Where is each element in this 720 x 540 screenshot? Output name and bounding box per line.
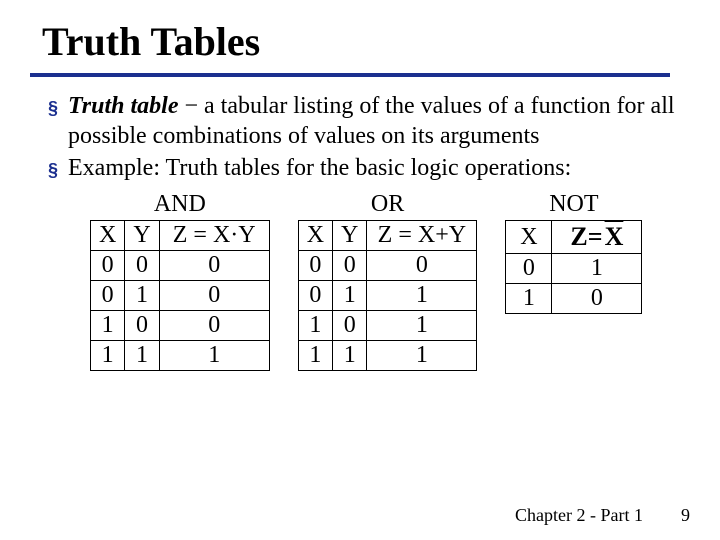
not-z-var: X (605, 222, 624, 252)
cell: 0 (506, 254, 552, 284)
cell: 0 (367, 251, 477, 281)
cell: 0 (333, 251, 367, 281)
cell: 1 (333, 341, 367, 371)
table-row: 000 (91, 251, 270, 281)
cell: 1 (367, 311, 477, 341)
table-row: 010 (91, 281, 270, 311)
col-y: Y (333, 221, 367, 251)
table-row: 011 (298, 281, 477, 311)
table-row: 000 (298, 251, 477, 281)
bullet-1-text: Truth table − a tabular listing of the v… (68, 91, 690, 151)
cell: 0 (125, 251, 159, 281)
not-header-eq: Z=X (570, 222, 623, 252)
table-row: 111 (91, 341, 270, 371)
footer: Chapter 2 - Part 1 9 (515, 505, 690, 526)
cell: 0 (91, 251, 125, 281)
cell: 1 (333, 281, 367, 311)
tables-row: AND X Y Z = X·Y 000 010 100 111 OR X Y Z… (90, 191, 690, 371)
table-row: 10 (506, 284, 642, 314)
table-row: 101 (298, 311, 477, 341)
table-row: 01 (506, 254, 642, 284)
cell: 0 (298, 251, 332, 281)
or-table: X Y Z = X+Y 000 011 101 111 (298, 220, 478, 371)
and-table: X Y Z = X·Y 000 010 100 111 (90, 220, 270, 371)
cell: 0 (159, 251, 269, 281)
term-truth-table: Truth table (68, 93, 178, 119)
bullet-icon: § (48, 97, 58, 120)
bullet-2: § Example: Truth tables for the basic lo… (48, 153, 690, 183)
slide: Truth Tables § Truth table − a tabular l… (0, 0, 720, 540)
table-row: X Y Z = X·Y (91, 221, 270, 251)
and-table-wrap: AND X Y Z = X·Y 000 010 100 111 (90, 191, 270, 371)
cell: 1 (125, 341, 159, 371)
cell: 0 (298, 281, 332, 311)
or-title: OR (371, 191, 404, 218)
col-x: X (506, 221, 552, 254)
and-title: AND (154, 191, 206, 218)
page-title: Truth Tables (42, 18, 690, 65)
cell: 1 (125, 281, 159, 311)
col-y: Y (125, 221, 159, 251)
cell: 0 (159, 311, 269, 341)
cell: 1 (298, 341, 332, 371)
cell: 1 (159, 341, 269, 371)
cell: 0 (159, 281, 269, 311)
not-table-wrap: NOT X Z=X 01 10 (505, 191, 642, 314)
not-title: NOT (549, 191, 598, 218)
cell: 1 (298, 311, 332, 341)
table-row: 100 (91, 311, 270, 341)
bullet-2-text: Example: Truth tables for the basic logi… (68, 153, 690, 183)
footer-chapter: Chapter 2 - Part 1 (515, 505, 643, 526)
cell: 1 (91, 341, 125, 371)
title-underline (30, 73, 670, 77)
table-row: X Z=X (506, 221, 642, 254)
col-z: Z = X·Y (159, 221, 269, 251)
or-table-wrap: OR X Y Z = X+Y 000 011 101 111 (298, 191, 478, 371)
col-z: Z=X (552, 221, 642, 254)
col-x: X (91, 221, 125, 251)
col-z: Z = X+Y (367, 221, 477, 251)
bullet-icon: § (48, 159, 58, 182)
cell: 1 (552, 254, 642, 284)
not-table: X Z=X 01 10 (505, 220, 642, 314)
cell: 0 (552, 284, 642, 314)
cell: 0 (125, 311, 159, 341)
table-row: 111 (298, 341, 477, 371)
table-row: X Y Z = X+Y (298, 221, 477, 251)
cell: 1 (506, 284, 552, 314)
cell: 0 (333, 311, 367, 341)
cell: 0 (91, 281, 125, 311)
not-z-prefix: Z= (570, 222, 602, 252)
cell: 1 (367, 281, 477, 311)
bullet-list: § Truth table − a tabular listing of the… (48, 91, 690, 183)
cell: 1 (367, 341, 477, 371)
cell: 1 (91, 311, 125, 341)
col-x: X (298, 221, 332, 251)
bullet-1: § Truth table − a tabular listing of the… (48, 91, 690, 151)
footer-page: 9 (681, 505, 690, 526)
